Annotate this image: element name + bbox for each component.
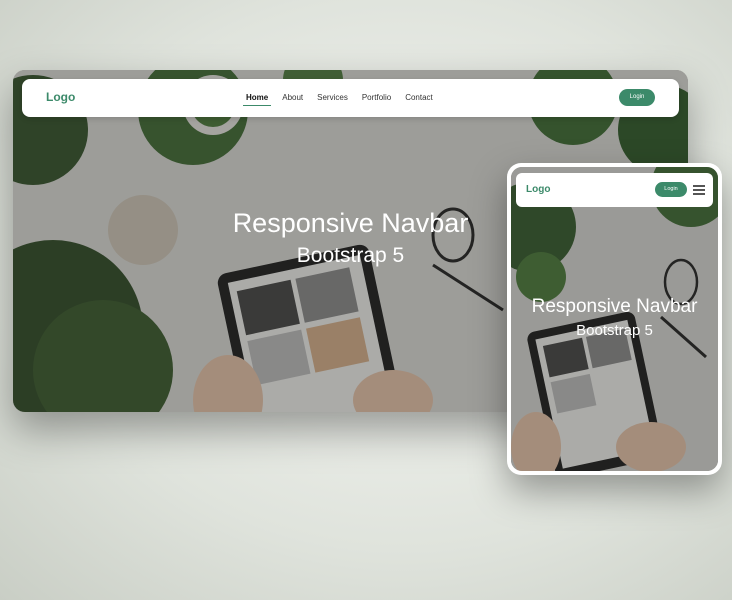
mobile-hero-title: Responsive Navbar (531, 296, 698, 317)
nav-link-home[interactable]: Home (242, 93, 272, 106)
login-button[interactable]: Login (619, 89, 655, 106)
nav-link-services[interactable]: Services (317, 93, 348, 102)
nav-link-about[interactable]: About (282, 93, 303, 102)
mobile-login-button[interactable]: Login (655, 182, 687, 197)
desktop-navbar: Logo Home About Services Portfolio Conta… (22, 79, 679, 117)
mobile-navbar: Logo Login (516, 173, 713, 207)
navbar-menu: Home About Services Portfolio Contact (242, 93, 447, 106)
navbar-logo[interactable]: Logo (46, 90, 75, 104)
mobile-navbar-logo[interactable]: Logo (526, 184, 550, 195)
nav-link-contact[interactable]: Contact (405, 93, 433, 102)
hamburger-icon[interactable] (693, 185, 705, 195)
mobile-hero-subtitle: Bootstrap 5 (576, 322, 653, 339)
mobile-mockup: Logo Login Responsive Navbar Bootstrap 5 (507, 163, 722, 475)
mobile-screen: Logo Login Responsive Navbar Bootstrap 5 (511, 167, 718, 471)
nav-link-portfolio[interactable]: Portfolio (362, 93, 391, 102)
mobile-hero-overlay (511, 167, 718, 471)
